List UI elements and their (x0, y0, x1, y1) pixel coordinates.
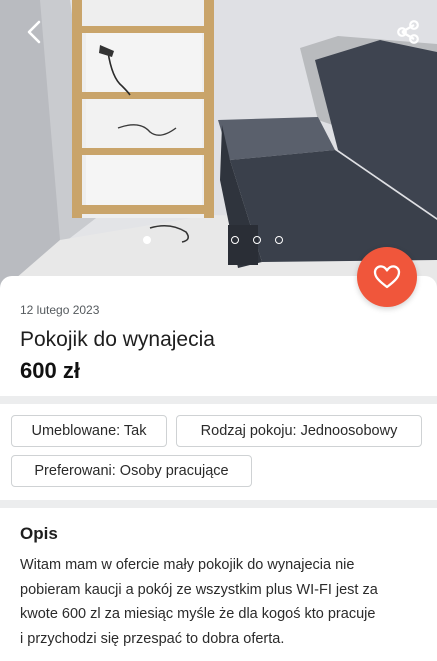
section-divider (0, 396, 437, 404)
description-heading: Opis (20, 524, 58, 543)
gallery-dot[interactable] (143, 236, 151, 244)
tag-furnished: Umeblowane: Tak (11, 415, 167, 447)
tag-room-type: Rodzaj pokoju: Jednoosobowy (176, 415, 422, 447)
tag-preferred-tenants: Preferowani: Osoby pracujące (11, 455, 252, 487)
section-divider (0, 500, 437, 508)
share-button[interactable] (390, 14, 426, 50)
description-line: i przychodzi się przespać to dobra ofert… (20, 630, 285, 647)
gallery-indicator (0, 236, 437, 250)
gallery-dot[interactable] (231, 236, 239, 244)
listing-price: 600 zł (20, 358, 80, 383)
gallery-dot[interactable] (275, 236, 283, 244)
description-line: pobieram kaucji a pokój ze wszystkim plu… (20, 581, 378, 598)
description-line: Witam mam w ofercie mały pokojik do wyna… (20, 557, 355, 573)
description-line: kwote 600 zl za miesiąc myśle że dla kog… (20, 606, 376, 622)
heart-icon (373, 265, 401, 289)
favorite-button[interactable] (357, 247, 417, 307)
share-icon (397, 20, 419, 44)
chevron-left-icon (27, 20, 41, 44)
gallery-dot[interactable] (253, 236, 261, 244)
listing-photo[interactable] (0, 0, 437, 292)
description-text: Witam mam w ofercie mały pokojik do wyna… (20, 553, 425, 651)
listing-title: Pokojik do wynajecia (20, 328, 215, 351)
back-button[interactable] (16, 14, 52, 50)
listing-date: 12 lutego 2023 (20, 303, 100, 317)
